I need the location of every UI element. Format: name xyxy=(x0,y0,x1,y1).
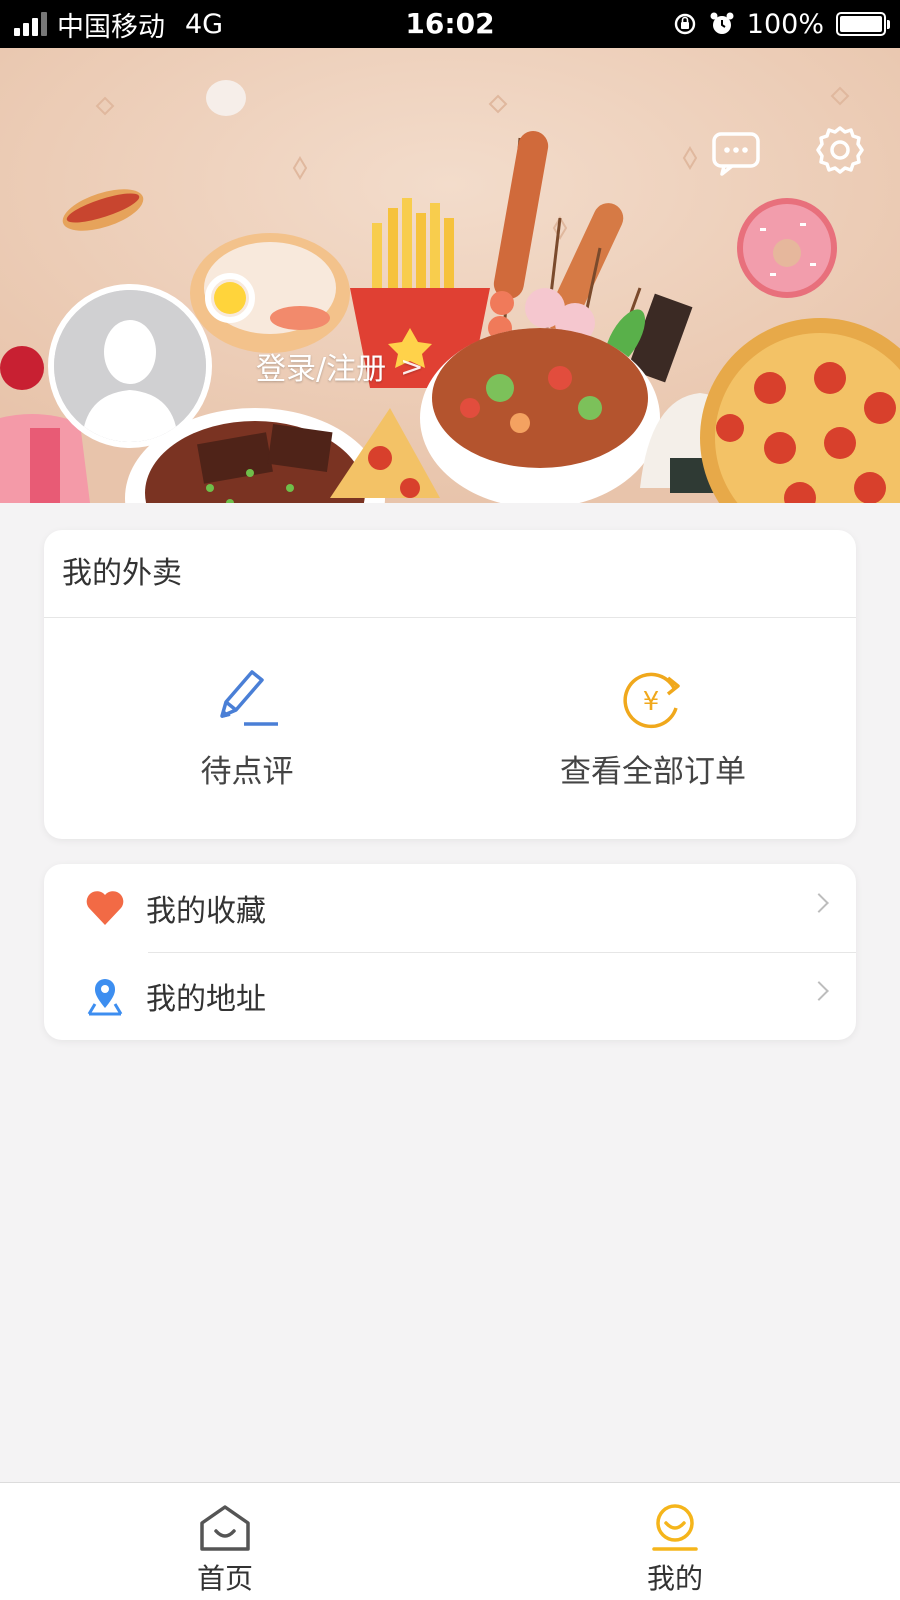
yuan-refresh-icon: ¥ xyxy=(623,672,680,728)
my-takeout-card: 我的外卖 待点评 ¥ 查看全部订单 xyxy=(44,530,856,839)
heart-icon xyxy=(84,887,126,929)
profile-header-banner: 登录/注册 > xyxy=(0,48,900,503)
menu-list-card: 我的收藏 我的地址 xyxy=(44,864,856,1040)
battery-icon xyxy=(836,12,890,36)
all-orders-label: 查看全部订单 xyxy=(560,753,746,790)
tab-mine[interactable]: 我的 xyxy=(450,1483,900,1600)
tab-home[interactable]: 首页 xyxy=(0,1483,450,1600)
battery-percent: 100% xyxy=(746,8,824,40)
avatar[interactable] xyxy=(48,284,212,448)
my-address-label: 我的地址 xyxy=(146,982,266,1017)
settings-icon[interactable] xyxy=(812,122,868,178)
my-favorites-label: 我的收藏 xyxy=(146,894,266,929)
profile-icon xyxy=(652,1504,698,1551)
alarm-icon xyxy=(710,12,734,34)
chevron-right-icon xyxy=(809,893,829,913)
location-pin-icon xyxy=(84,975,126,1017)
login-register-link[interactable]: 登录/注册 > xyxy=(256,344,424,388)
chevron-right-icon: > xyxy=(400,349,424,383)
status-bar: 中国移动 4G 16:02 100% xyxy=(0,0,900,48)
pending-review-button[interactable]: 待点评 xyxy=(44,618,450,838)
tab-home-label: 首页 xyxy=(196,1562,253,1595)
all-orders-button[interactable]: ¥ 查看全部订单 xyxy=(450,618,856,838)
message-icon[interactable] xyxy=(708,124,764,180)
default-avatar-icon xyxy=(54,290,206,442)
home-icon xyxy=(200,1505,250,1551)
pending-review-label: 待点评 xyxy=(200,753,294,790)
bottom-tab-bar: 首页 我的 xyxy=(0,1482,900,1600)
svg-text:¥: ¥ xyxy=(643,687,660,717)
chevron-right-icon xyxy=(809,981,829,1001)
orientation-lock-icon xyxy=(674,13,695,35)
login-register-label: 登录/注册 xyxy=(256,352,387,387)
my-favorites-item[interactable]: 我的收藏 xyxy=(44,864,856,952)
my-takeout-title: 我的外卖 xyxy=(44,530,856,618)
pencil-review-icon xyxy=(220,669,278,726)
my-address-item[interactable]: 我的地址 xyxy=(44,952,856,1040)
tab-mine-label: 我的 xyxy=(646,1562,703,1595)
